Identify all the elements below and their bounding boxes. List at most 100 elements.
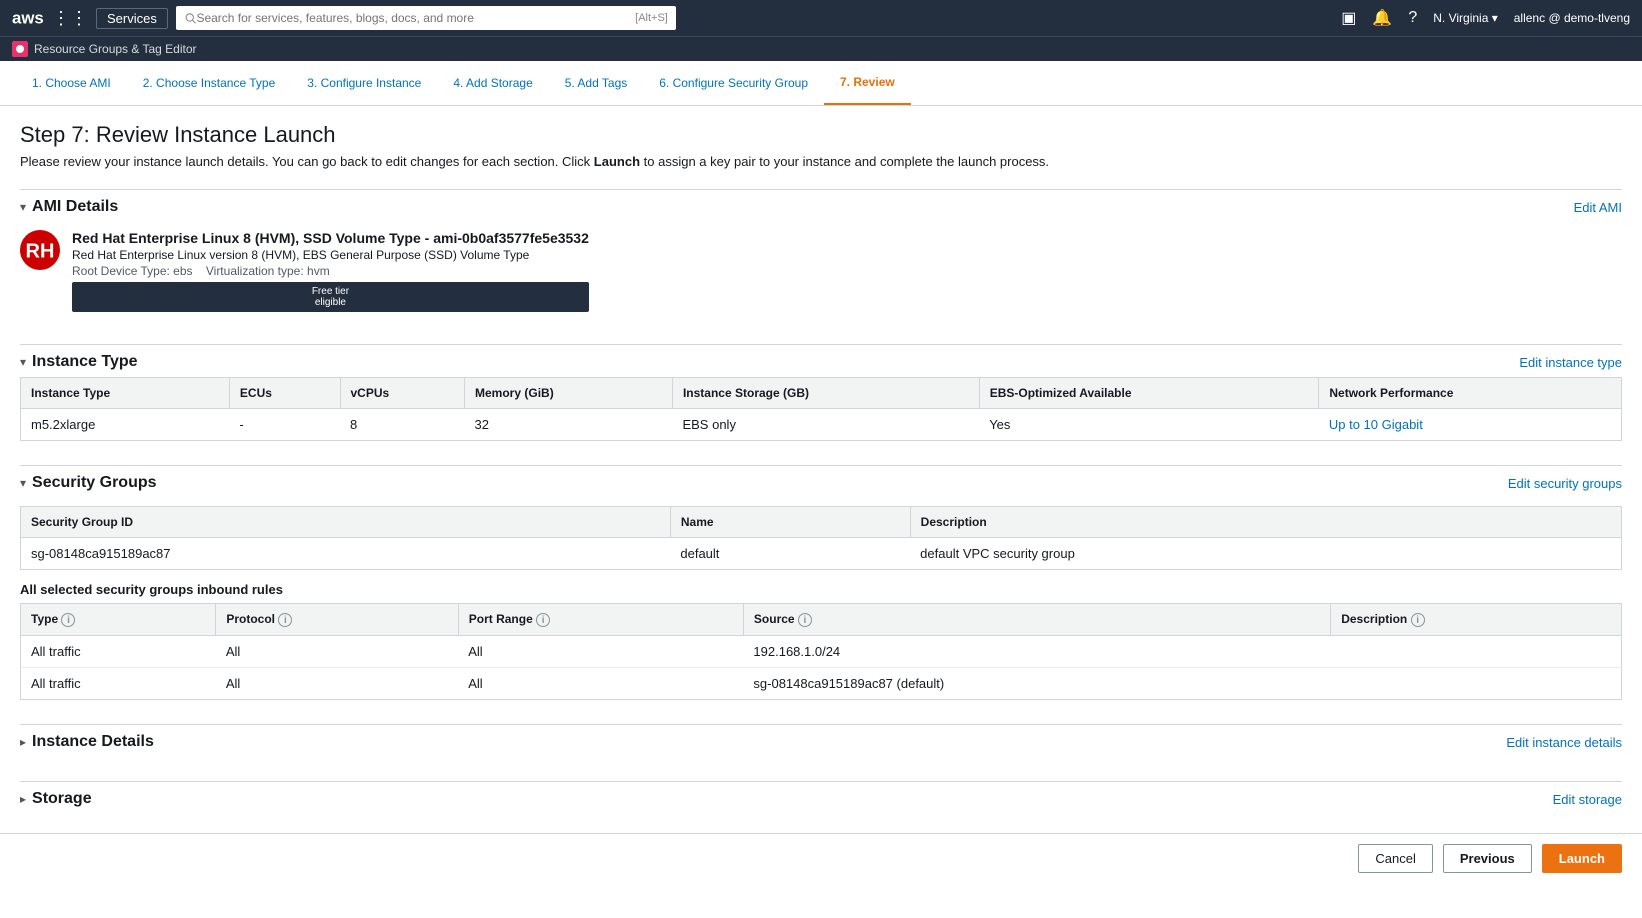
- main-content: Step 7: Review Instance Launch Please re…: [0, 106, 1642, 918]
- resource-icon: [12, 41, 28, 57]
- screen-icon[interactable]: ▣: [1341, 8, 1356, 28]
- ami-info: Red Hat Enterprise Linux 8 (HVM), SSD Vo…: [72, 230, 589, 312]
- step-configure-instance[interactable]: 3. Configure Instance: [291, 62, 437, 104]
- step-choose-instance-type[interactable]: 2. Choose Instance Type: [127, 62, 292, 104]
- step-choose-ami[interactable]: 1. Choose AMI: [16, 62, 127, 104]
- resource-label: Resource Groups & Tag Editor: [34, 42, 197, 56]
- inbound-rules-table: Type i Protocol i Port Range i Source i: [20, 603, 1622, 700]
- edit-storage-button[interactable]: Edit storage: [1553, 792, 1622, 807]
- search-bar[interactable]: [Alt+S]: [176, 6, 676, 30]
- instance-type-table: Instance Type ECUs vCPUs Memory (GiB) In…: [20, 377, 1622, 441]
- col-source: Source i: [743, 604, 1330, 636]
- user-menu[interactable]: allenc @ demo-tlveng: [1514, 11, 1630, 25]
- cell-port-range-1: All: [458, 636, 743, 668]
- ami-logo-icon: RH: [20, 230, 60, 270]
- cell-ecus: -: [229, 409, 340, 441]
- cell-ebs-optimized: Yes: [979, 409, 1319, 441]
- ami-description: Red Hat Enterprise Linux version 8 (HVM)…: [72, 248, 589, 262]
- step-add-storage[interactable]: 4. Add Storage: [437, 62, 548, 104]
- edit-instance-details-button[interactable]: Edit instance details: [1506, 735, 1622, 750]
- col-vcpus: vCPUs: [340, 378, 465, 409]
- aws-logo[interactable]: aws: [12, 8, 44, 28]
- help-icon[interactable]: ?: [1408, 9, 1417, 27]
- grid-icon[interactable]: ⋮⋮: [52, 8, 88, 29]
- search-input[interactable]: [196, 11, 631, 25]
- cell-description-1: [1331, 636, 1622, 668]
- previous-button[interactable]: Previous: [1443, 844, 1532, 873]
- ami-section-title: AMI Details: [32, 198, 118, 216]
- cell-protocol-1: All: [216, 636, 458, 668]
- security-groups-section: ▾ Security Groups Edit security groups S…: [20, 465, 1622, 700]
- cell-memory: 32: [465, 409, 673, 441]
- step-review[interactable]: 7. Review: [824, 61, 911, 105]
- table-row: All traffic All All 192.168.1.0/24: [21, 636, 1622, 668]
- free-tier-badge: Free tier eligible: [72, 282, 589, 312]
- instance-type-title-row: ▾ Instance Type: [20, 353, 138, 371]
- storage-section: ▸ Storage Edit storage: [20, 781, 1622, 814]
- cell-source-1: 192.168.1.0/24: [743, 636, 1330, 668]
- cell-storage: EBS only: [672, 409, 979, 441]
- source-info-icon[interactable]: i: [798, 613, 812, 627]
- col-port-range: Port Range i: [458, 604, 743, 636]
- table-row: m5.2xlarge - 8 32 EBS only Yes Up to 10 …: [21, 409, 1622, 441]
- ami-details-header: ▾ AMI Details Edit AMI: [20, 189, 1622, 222]
- col-ecus: ECUs: [229, 378, 340, 409]
- cell-port-range-2: All: [458, 668, 743, 700]
- ami-details-section: ▾ AMI Details Edit AMI RH Red Hat Enterp…: [20, 189, 1622, 320]
- port-range-info-icon[interactable]: i: [536, 613, 550, 627]
- edit-ami-button[interactable]: Edit AMI: [1574, 200, 1622, 215]
- col-ebs-optimized: EBS-Optimized Available: [979, 378, 1319, 409]
- storage-title-row: ▸ Storage: [20, 790, 92, 808]
- col-sg-name: Name: [670, 507, 910, 538]
- step-configure-security-group[interactable]: 6. Configure Security Group: [643, 62, 824, 104]
- region-selector[interactable]: N. Virginia ▾: [1433, 11, 1498, 25]
- services-button[interactable]: Services: [96, 8, 168, 29]
- cell-protocol-2: All: [216, 668, 458, 700]
- security-groups-chevron-icon[interactable]: ▾: [20, 476, 26, 490]
- instance-details-chevron-icon[interactable]: ▸: [20, 735, 26, 749]
- resource-bar: Resource Groups & Tag Editor: [0, 36, 1642, 61]
- edit-security-groups-button[interactable]: Edit security groups: [1508, 476, 1622, 491]
- edit-instance-type-button[interactable]: Edit instance type: [1519, 355, 1622, 370]
- instance-type-section-title: Instance Type: [32, 353, 138, 371]
- cancel-button[interactable]: Cancel: [1358, 844, 1432, 873]
- storage-header: ▸ Storage Edit storage: [20, 781, 1622, 814]
- instance-details-title-row: ▸ Instance Details: [20, 733, 154, 751]
- ami-chevron-icon[interactable]: ▾: [20, 200, 26, 214]
- instance-type-header: ▾ Instance Type Edit instance type: [20, 344, 1622, 377]
- inbound-rules-label: All selected security groups inbound rul…: [20, 582, 1622, 597]
- svg-text:aws: aws: [12, 9, 44, 28]
- col-description: Description i: [1331, 604, 1622, 636]
- col-protocol: Protocol i: [216, 604, 458, 636]
- page-title: Step 7: Review Instance Launch: [20, 122, 1622, 148]
- col-instance-type: Instance Type: [21, 378, 230, 409]
- instance-type-section: ▾ Instance Type Edit instance type Insta…: [20, 344, 1622, 441]
- cell-sg-name: default: [670, 538, 910, 570]
- cell-vcpus: 8: [340, 409, 465, 441]
- cell-type-2: All traffic: [21, 668, 216, 700]
- col-sg-id: Security Group ID: [21, 507, 671, 538]
- table-row: All traffic All All sg-08148ca915189ac87…: [21, 668, 1622, 700]
- bell-icon[interactable]: 🔔: [1372, 8, 1392, 28]
- security-groups-title-row: ▾ Security Groups: [20, 474, 157, 492]
- col-instance-storage: Instance Storage (GB): [672, 378, 979, 409]
- cell-type-1: All traffic: [21, 636, 216, 668]
- description-info-icon[interactable]: i: [1411, 613, 1425, 627]
- type-info-icon[interactable]: i: [61, 613, 75, 627]
- nav-right: ▣ 🔔 ? N. Virginia ▾ allenc @ demo-tlveng: [1341, 8, 1630, 28]
- inbound-table-header-row: Type i Protocol i Port Range i Source i: [21, 604, 1622, 636]
- col-network-performance: Network Performance: [1319, 378, 1622, 409]
- instance-type-chevron-icon[interactable]: ▾: [20, 355, 26, 369]
- instance-details-section: ▸ Instance Details Edit instance details: [20, 724, 1622, 757]
- storage-section-title: Storage: [32, 790, 92, 808]
- launch-button[interactable]: Launch: [1542, 844, 1622, 873]
- security-groups-section-title: Security Groups: [32, 474, 156, 492]
- protocol-info-icon[interactable]: i: [278, 613, 292, 627]
- storage-chevron-icon[interactable]: ▸: [20, 792, 26, 806]
- col-sg-description: Description: [910, 507, 1621, 538]
- step-add-tags[interactable]: 5. Add Tags: [549, 62, 644, 104]
- cell-instance-type: m5.2xlarge: [21, 409, 230, 441]
- security-groups-table: Security Group ID Name Description sg-08…: [20, 506, 1622, 570]
- col-type: Type i: [21, 604, 216, 636]
- search-icon: [184, 11, 197, 25]
